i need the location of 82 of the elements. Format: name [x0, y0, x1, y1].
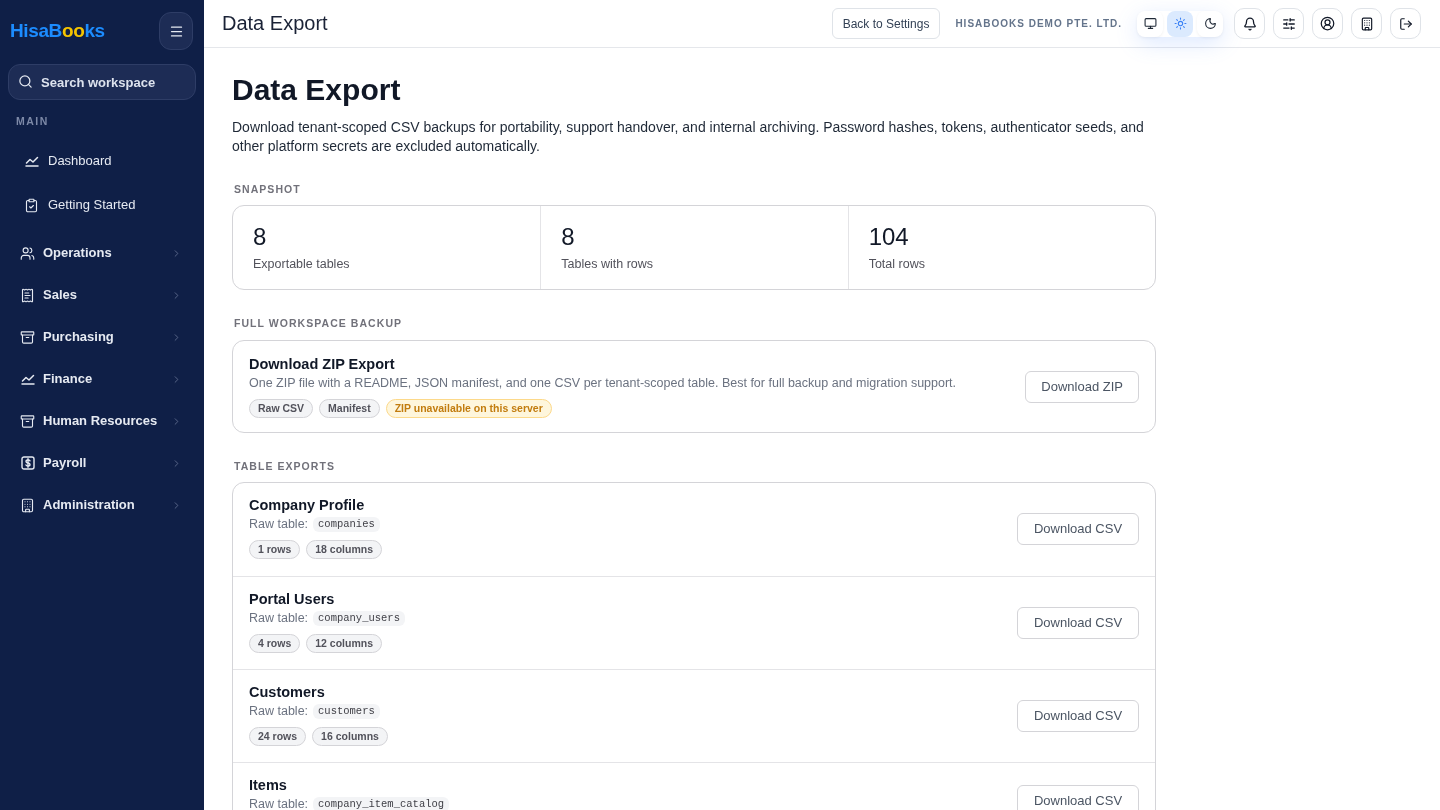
download-csv-button[interactable]: Download CSV	[1017, 607, 1139, 639]
company-name: HISABOOKS DEMO PTE. LTD.	[955, 17, 1122, 31]
notifications-button[interactable]	[1234, 8, 1265, 39]
tag: 18 columns	[306, 540, 383, 559]
bell-icon	[1242, 16, 1257, 31]
sidebar-item[interactable]: Getting Started	[8, 183, 196, 227]
page-title: Data Export	[232, 72, 401, 108]
card-title: Download ZIP Export	[249, 355, 395, 374]
logout-button[interactable]	[1390, 8, 1421, 39]
logout-icon	[1398, 16, 1413, 31]
stat-value: 104	[868, 222, 909, 252]
table-name: Customers	[249, 683, 325, 702]
building-icon	[20, 497, 35, 513]
stat-value: 8	[561, 222, 575, 252]
building-icon	[1359, 16, 1374, 31]
section-label: FULL WORKSPACE BACKUP	[234, 317, 403, 329]
archive-box-icon	[20, 329, 35, 345]
table-name: Company Profile	[249, 496, 365, 515]
card-description: One ZIP file with a README, JSON manifest, and one CSV per tenant-scoped table. Best for full backup and migration support.	[249, 375, 957, 392]
trend-line-icon	[20, 373, 35, 385]
stat-value: 8	[253, 222, 267, 252]
user-circle-icon	[1320, 16, 1335, 31]
table-code: company_item_catalog	[313, 797, 450, 810]
raw-table-label: Raw table:	[249, 796, 309, 810]
dollar-square-icon	[20, 456, 35, 470]
company-button[interactable]	[1351, 8, 1382, 39]
raw-table-label: Raw table:	[249, 516, 309, 533]
preferences-button[interactable]	[1273, 8, 1304, 39]
header-title: Data Export	[222, 11, 328, 36]
archive-box-icon	[20, 413, 35, 429]
sliders-icon	[1281, 16, 1296, 31]
section-label: SNAPSHOT	[234, 183, 301, 195]
trend-line-icon	[24, 155, 39, 167]
sidebar-item[interactable]: Dashboard	[8, 139, 196, 183]
tag: 4 rows	[249, 634, 301, 653]
sidebar-group[interactable]: Human Resources	[8, 400, 196, 442]
tag: 16 columns	[312, 727, 388, 746]
search-icon	[18, 74, 33, 89]
menu-button[interactable]	[159, 12, 193, 50]
section-label: MAIN	[16, 115, 50, 127]
table-code: customers	[313, 704, 380, 719]
section-label: TABLE EXPORTS	[234, 460, 335, 472]
tag: 12 columns	[306, 634, 383, 653]
menu-icon	[168, 23, 184, 39]
tag: 24 rows	[249, 727, 307, 746]
sidebar-group[interactable]: Administration	[8, 484, 196, 526]
tag: Manifest	[319, 399, 380, 418]
tag: ZIP unavailable on this server	[385, 399, 552, 418]
table-name: Portal Users	[249, 590, 335, 609]
sidebar-group[interactable]: Sales	[8, 274, 196, 316]
sun-icon	[1173, 17, 1187, 30]
logo-wordmark[interactable]: HisaBooks	[10, 16, 105, 46]
table-code: companies	[313, 517, 380, 532]
table-name: Items	[249, 776, 287, 795]
stat-label: Exportable tables	[253, 256, 350, 272]
tag: 1 rows	[249, 540, 301, 559]
sidebar-group[interactable]: Finance	[8, 358, 196, 400]
receipt-icon	[20, 287, 35, 303]
chevron-icon	[171, 247, 182, 259]
clipboard-check-icon	[24, 197, 39, 213]
stat-label: Total rows	[868, 256, 925, 272]
back-button[interactable]: Back to Settings	[831, 8, 941, 39]
moon-icon	[1203, 17, 1217, 30]
sidebar-group[interactable]: Operations	[8, 232, 196, 274]
download-csv-button[interactable]: Download CSV	[1017, 700, 1139, 732]
profile-button[interactable]	[1312, 8, 1343, 39]
stat-label: Tables with rows	[561, 256, 654, 272]
theme-button[interactable]	[1137, 10, 1163, 37]
search-field[interactable]: Search workspace	[8, 64, 196, 100]
raw-table-label: Raw table:	[249, 610, 309, 627]
page-description: Download tenant-scoped CSV backups for portability, support handover, and internal archiving. Password hashes, tokens, authenticator seeds, and other platform secrets are excluded automatically.	[232, 118, 1145, 156]
tag: Raw CSV	[249, 399, 314, 418]
table-code: company_users	[313, 611, 405, 626]
users-icon	[20, 245, 35, 261]
download-zip-button[interactable]: Download ZIP	[1025, 370, 1139, 403]
download-csv-button[interactable]: Download CSV	[1017, 513, 1139, 545]
download-csv-button[interactable]: Download CSV	[1017, 785, 1139, 810]
monitor-icon	[1143, 17, 1157, 30]
raw-table-label: Raw table:	[249, 703, 309, 720]
sidebar-group[interactable]: Payroll	[8, 442, 196, 484]
sidebar-group[interactable]: Purchasing	[8, 316, 196, 358]
theme-button[interactable]	[1197, 10, 1223, 37]
